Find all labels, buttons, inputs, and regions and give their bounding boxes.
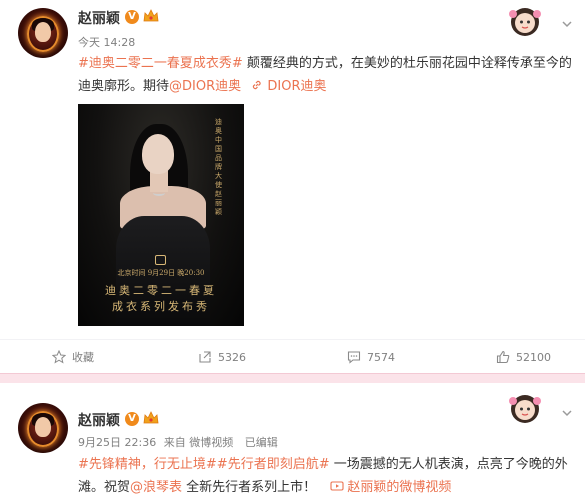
favorite-label: 收藏	[72, 351, 94, 364]
video-link-label: 赵丽颖的微博视频	[347, 480, 452, 495]
favorite-button[interactable]: 收藏	[52, 349, 94, 365]
hashtag-link[interactable]: #先锋精神，行无止境#	[78, 457, 217, 472]
verified-badge: V	[125, 412, 139, 426]
girl-sticker-icon	[509, 8, 541, 36]
weibo-post: 赵丽颖 V 9月25日 22:36 来自 微博视频 已编辑 #先锋精神，行无止境…	[0, 383, 585, 498]
poster-necklace	[153, 190, 165, 196]
link-icon	[253, 80, 261, 90]
star-icon	[52, 350, 66, 364]
verified-badge: V	[125, 10, 139, 24]
poster-title-line1: 迪奥二零二一春夏	[105, 284, 217, 297]
video-link[interactable]: 赵丽颖的微博视频	[320, 480, 451, 495]
chevron-down-icon[interactable]	[561, 407, 573, 419]
post-text: #先锋精神，行无止境##先行者即刻启航# 一场震撼的无人机表演，点亮了今晚的外滩…	[78, 453, 578, 498]
hashtag-link[interactable]: #迪奥二零二一春夏成衣秀#	[78, 56, 243, 71]
comment-button[interactable]: 7574	[347, 349, 395, 365]
weibo-post: 赵丽颖 V 今天 14:28 #迪奥二零二一春夏成衣秀# 颠覆经典的方式，在美妙…	[0, 0, 585, 373]
crown-icon	[143, 411, 159, 424]
crown-icon	[143, 9, 159, 22]
hashtag-link[interactable]: #先行者即刻启航#	[217, 457, 330, 472]
comment-icon	[347, 351, 361, 364]
comment-count: 7574	[367, 350, 395, 364]
post-time[interactable]: 今天 14:28	[78, 34, 135, 50]
post-source[interactable]: 来自 微博视频	[164, 436, 234, 449]
post-time[interactable]: 9月25日 22:36	[78, 436, 156, 449]
repost-count: 5326	[218, 350, 246, 364]
like-icon	[496, 350, 510, 364]
post-body: 全新先行者系列上市！	[182, 480, 317, 495]
avatar[interactable]	[18, 403, 68, 453]
external-link-label: DIOR迪奥	[263, 79, 327, 94]
poster-date: 北京时间 9月29日 晚20:30	[117, 269, 205, 277]
avatar-face	[35, 417, 51, 437]
avatar[interactable]	[18, 8, 68, 58]
post-meta: 9月25日 22:36 来自 微博视频 已编辑	[78, 434, 278, 450]
repost-button[interactable]: 5326	[198, 349, 246, 365]
poster-face	[142, 134, 174, 174]
edited-label[interactable]: 已编辑	[245, 436, 278, 449]
girl-sticker-icon	[509, 395, 541, 423]
poster-title-line2: 成衣系列发布秀	[112, 300, 210, 313]
repost-icon	[199, 351, 211, 363]
mention-link[interactable]: @浪琴表	[130, 480, 182, 495]
external-link[interactable]: DIOR迪奥	[245, 79, 327, 94]
avatar-face	[35, 22, 51, 42]
poster-logo	[155, 255, 166, 265]
like-count: 52100	[516, 350, 551, 364]
post-image[interactable]: 迪奥中国品牌大使 赵丽颖 北京时间 9月29日 晚20:30 迪奥二零二一春夏 …	[78, 104, 244, 326]
poster-vertical-text: 迪奥中国品牌大使 赵丽颖	[215, 118, 222, 216]
mention-link[interactable]: @DIOR迪奥	[169, 79, 241, 94]
post-actions: 收藏 5326 7574 52100	[0, 339, 585, 373]
author-name[interactable]: 赵丽颖	[78, 8, 120, 28]
like-button[interactable]: 52100	[496, 349, 551, 365]
author-name[interactable]: 赵丽颖	[78, 410, 120, 430]
post-text: #迪奥二零二一春夏成衣秀# 颠覆经典的方式，在美妙的杜乐丽花园中诠释传承至今的迪…	[78, 52, 578, 98]
video-icon	[330, 481, 344, 491]
feed-separator	[0, 373, 585, 383]
chevron-down-icon[interactable]	[561, 18, 573, 30]
